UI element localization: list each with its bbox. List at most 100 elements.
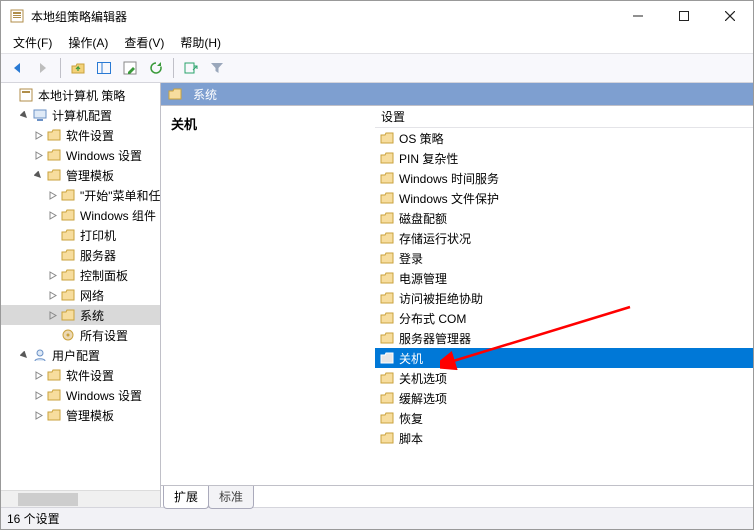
twisty-closed-icon[interactable] (33, 370, 44, 381)
list-item-label: 关机 (399, 350, 423, 367)
list-item-label: PIN 复杂性 (399, 150, 458, 167)
tree-horizontal-scrollbar[interactable] (1, 490, 160, 507)
twisty-closed-icon[interactable] (47, 290, 58, 301)
folder-icon (46, 387, 62, 403)
twisty-closed-icon[interactable] (33, 130, 44, 141)
scrollbar-thumb[interactable] (18, 493, 78, 506)
tree-start-menu[interactable]: "开始"菜单和任 (1, 185, 160, 205)
menu-help[interactable]: 帮助(H) (172, 32, 229, 53)
tree-label: 本地计算机 策略 (38, 87, 125, 104)
twisty-closed-icon[interactable] (47, 210, 58, 221)
tree-windows-components[interactable]: Windows 组件 (1, 205, 160, 225)
tree-label: 网络 (80, 287, 104, 304)
forward-button[interactable] (31, 56, 55, 80)
tree-u-windows-settings[interactable]: Windows 设置 (1, 385, 160, 405)
tree-printers[interactable]: 打印机 (1, 225, 160, 245)
settings-list[interactable]: 设置 OS 策略 PIN 复杂性 Windows 时间服务Windows 文件保护磁… (375, 106, 753, 485)
list-item-label: 磁盘配额 (399, 210, 447, 227)
list-item[interactable]: 电源管理 (375, 268, 753, 288)
tree-system[interactable]: 系统 (1, 305, 160, 325)
list-item[interactable]: 恢复 (375, 408, 753, 428)
export-button[interactable] (179, 56, 203, 80)
tree-windows-settings[interactable]: Windows 设置 (1, 145, 160, 165)
twisty-open-icon[interactable] (33, 170, 44, 181)
tree-label: 系统 (80, 307, 104, 324)
twisty-spacer (47, 330, 58, 341)
tree-label: 所有设置 (80, 327, 128, 344)
twisty-spacer (47, 230, 58, 241)
menu-file[interactable]: 文件(F) (5, 32, 60, 53)
list-item[interactable]: 登录 (375, 248, 753, 268)
folder-icon (60, 207, 76, 223)
tab-standard[interactable]: 标准 (208, 486, 254, 509)
list-item-label: 关机选项 (399, 370, 447, 387)
tree-all-settings[interactable]: 所有设置 (1, 325, 160, 345)
tree-admin-templates[interactable]: 管理模板 (1, 165, 160, 185)
tree-root[interactable]: 本地计算机 策略 (1, 85, 160, 105)
toolbar (1, 53, 753, 83)
column-header-settings[interactable]: 设置 (375, 106, 753, 128)
show-hide-tree-button[interactable] (92, 56, 116, 80)
twisty-closed-icon[interactable] (47, 190, 58, 201)
twisty-open-icon[interactable] (19, 350, 30, 361)
menubar: 文件(F) 操作(A) 查看(V) 帮助(H) (1, 31, 753, 53)
list-item[interactable]: 访问被拒绝协助 (375, 288, 753, 308)
twisty-open-icon[interactable] (19, 110, 30, 121)
list-item[interactable]: 存储运行状况 (375, 228, 753, 248)
twisty-closed-icon[interactable] (33, 410, 44, 421)
tree-label: 打印机 (80, 227, 116, 244)
titlebar: 本地组策略编辑器 (1, 1, 753, 31)
list-item[interactable]: OS 策略 (375, 128, 753, 148)
list-item-label: 服务器管理器 (399, 330, 471, 347)
maximize-button[interactable] (661, 1, 707, 31)
list-item[interactable]: 关机选项 (375, 368, 753, 388)
menu-view[interactable]: 查看(V) (116, 32, 172, 53)
tree-label: Windows 组件 (80, 207, 156, 224)
twisty-closed-icon[interactable] (33, 390, 44, 401)
up-folder-button[interactable] (66, 56, 90, 80)
list-item-label: 脚本 (399, 430, 423, 447)
list-item[interactable]: 缓解选项 (375, 388, 753, 408)
tree-software-settings[interactable]: 软件设置 (1, 125, 160, 145)
tab-extended[interactable]: 扩展 (163, 486, 209, 509)
filter-button[interactable] (205, 56, 229, 80)
twisty-closed-icon[interactable] (47, 310, 58, 321)
back-button[interactable] (5, 56, 29, 80)
folder-icon (379, 170, 395, 186)
refresh-button[interactable] (144, 56, 168, 80)
list-item-label: Windows 时间服务 (399, 170, 499, 187)
folder-icon (167, 86, 183, 102)
folder-icon (379, 350, 395, 366)
list-item[interactable]: Windows 文件保护 (375, 188, 753, 208)
tree-control-panel[interactable]: 控制面板 (1, 265, 160, 285)
close-button[interactable] (707, 1, 753, 31)
list-item[interactable]: 分布式 COM (375, 308, 753, 328)
twisty-closed-icon[interactable] (47, 270, 58, 281)
tree-server[interactable]: 服务器 (1, 245, 160, 265)
folder-icon (379, 330, 395, 346)
list-item[interactable]: PIN 复杂性 (375, 148, 753, 168)
properties-button[interactable] (118, 56, 142, 80)
tree-pane: 本地计算机 策略 计算机配置 软件设置 Windows 设置 管理模板 (1, 83, 161, 507)
tree-computer-config[interactable]: 计算机配置 (1, 105, 160, 125)
list-item[interactable]: 关机 (375, 348, 753, 368)
list-item[interactable]: Windows 时间服务 (375, 168, 753, 188)
minimize-button[interactable] (615, 1, 661, 31)
tree-u-software-settings[interactable]: 软件设置 (1, 365, 160, 385)
menu-action[interactable]: 操作(A) (60, 32, 116, 53)
twisty-closed-icon[interactable] (33, 150, 44, 161)
folder-icon (46, 367, 62, 383)
tree[interactable]: 本地计算机 策略 计算机配置 软件设置 Windows 设置 管理模板 (1, 83, 160, 490)
tree-label: 计算机配置 (52, 107, 112, 124)
folder-icon (46, 147, 62, 163)
tree-user-config[interactable]: 用户配置 (1, 345, 160, 365)
tree-u-admin-templates[interactable]: 管理模板 (1, 405, 160, 425)
list-item[interactable]: 磁盘配额 (375, 208, 753, 228)
list-item[interactable]: 服务器管理器 (375, 328, 753, 348)
folder-icon (60, 247, 76, 263)
path-label: 系统 (193, 86, 217, 103)
main-area: 本地计算机 策略 计算机配置 软件设置 Windows 设置 管理模板 (1, 83, 753, 507)
twisty-icon[interactable] (5, 90, 16, 101)
list-item[interactable]: 脚本 (375, 428, 753, 448)
tree-network[interactable]: 网络 (1, 285, 160, 305)
